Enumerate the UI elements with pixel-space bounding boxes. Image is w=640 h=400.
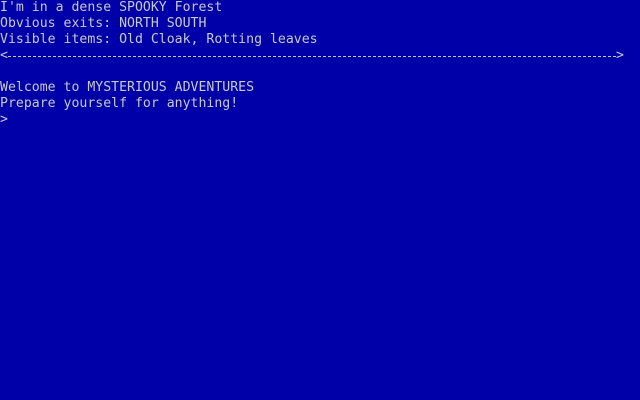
game-screen: I'm in a dense SPOOKY Forest Obvious exi…: [0, 0, 640, 400]
room-description: I'm in a dense SPOOKY Forest: [0, 0, 223, 15]
separator-dashes: [8, 56, 616, 57]
command-prompt[interactable]: >: [0, 112, 8, 128]
message-prepare: Prepare yourself for anything!: [0, 96, 239, 111]
separator-right-arrow: >: [616, 48, 624, 63]
message-welcome: Welcome to MYSTERIOUS ADVENTURES: [0, 80, 255, 95]
room-items: Visible items: Old Cloak, Rotting leaves: [0, 32, 318, 47]
status-separator: < >: [0, 48, 624, 64]
separator-left-arrow: <: [0, 48, 8, 63]
room-exits: Obvious exits: NORTH SOUTH: [0, 16, 207, 31]
